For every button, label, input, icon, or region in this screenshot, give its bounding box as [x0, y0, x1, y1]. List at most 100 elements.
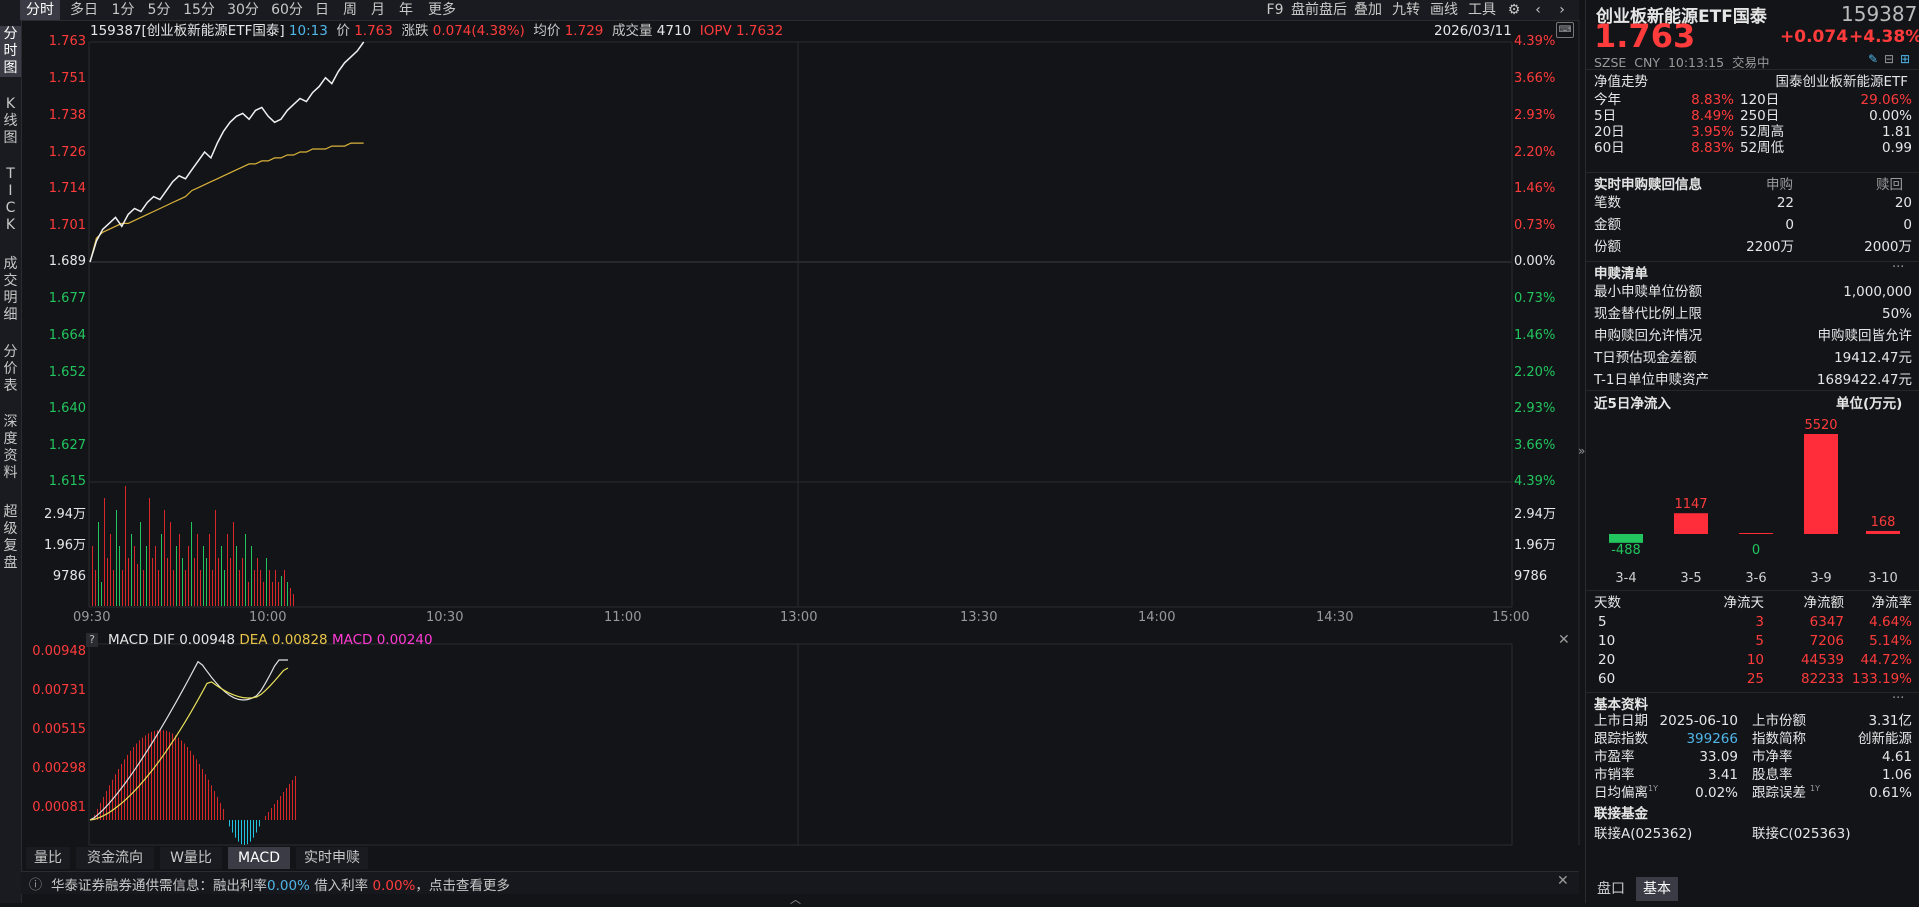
- price-axis-label: 1.738: [48, 108, 86, 123]
- macd-bar: [274, 804, 275, 820]
- macd-bar: [115, 774, 116, 820]
- price-axis-label: 1.627: [48, 438, 86, 453]
- sub-subscribe-value: 22: [1776, 195, 1794, 211]
- notice-tail: ，点击查看更多: [415, 878, 510, 894]
- macd-bar: [235, 820, 236, 838]
- list-row: 申购赎回允许情况 申购赎回皆允许: [1594, 326, 1912, 346]
- price-axis-label: 1.763: [48, 34, 86, 49]
- macd-bar: [196, 759, 197, 820]
- volume-bar: [164, 510, 165, 606]
- list-row: T日预估现金差额 19412.47元: [1594, 348, 1912, 368]
- nav-fund-name: 国泰创业板新能源ETF: [1775, 74, 1908, 90]
- volume-bar: [233, 522, 234, 606]
- close-notice-icon[interactable]: ✕: [1557, 873, 1569, 889]
- volume-axis-label: 2.94万: [1514, 507, 1556, 522]
- macd-dif-line: [89, 659, 288, 821]
- macd-bar: [202, 769, 203, 820]
- help-icon[interactable]: ?: [86, 633, 98, 647]
- tab-basic[interactable]: 基本: [1636, 877, 1678, 901]
- net-inflow-chart: -488 3-4 1147 3-5 0 3-6 5520 3-9 168 3-10: [1609, 418, 1900, 586]
- volume-bar: [242, 558, 243, 606]
- volume-bar: [290, 588, 291, 606]
- macd-bar: [289, 784, 290, 820]
- volume-bar: [224, 570, 225, 606]
- tab-orderbook[interactable]: 盘口: [1590, 877, 1632, 901]
- inflow-category-label: 3-10: [1868, 571, 1898, 586]
- macd-bar: [181, 740, 182, 820]
- pct-axis-label: 2.93%: [1514, 401, 1556, 416]
- more-icon[interactable]: ···: [1892, 260, 1904, 275]
- macd-bar: [214, 791, 215, 820]
- volume-bar: [104, 498, 105, 606]
- macd-bar: [127, 754, 128, 820]
- list-row-label: 现金替代比例上限: [1594, 306, 1702, 322]
- link-fund-a[interactable]: 联接A(025362): [1594, 822, 1692, 842]
- inflow-bar: [1739, 533, 1773, 534]
- flow-days: 5: [1598, 614, 1607, 630]
- tab-capital-flow[interactable]: 资金流向: [76, 847, 154, 869]
- price-axis-label: 1.726: [48, 145, 86, 160]
- volume-bar: [260, 570, 261, 606]
- macd-bar: [217, 796, 218, 820]
- macd-dea-line: [89, 667, 289, 821]
- volume-bar: [251, 546, 252, 606]
- macd-bar: [250, 820, 251, 842]
- volume-bar: [248, 582, 249, 606]
- flow-net-amount: 7206: [1809, 633, 1844, 649]
- volume-bar: [293, 594, 294, 606]
- list-row: 最小申赎单位份额 1,000,000: [1594, 282, 1912, 302]
- macd-bar: [184, 743, 185, 820]
- flow-net-amount: 82233: [1801, 671, 1844, 687]
- volume-bar: [269, 570, 270, 606]
- tab-volume-ratio[interactable]: 量比: [26, 847, 70, 869]
- volume-bar: [191, 522, 192, 606]
- macd-label: MACD: [331, 632, 373, 648]
- time-axis-label: 10:00: [249, 610, 287, 625]
- sub-row-label: 金额: [1594, 217, 1621, 233]
- minus-icon[interactable]: ⊟: [1884, 52, 1894, 66]
- flow-net-rate: 4.64%: [1869, 614, 1912, 630]
- tab-realtime-redemption[interactable]: 实时申赎: [296, 847, 368, 869]
- inflow-value-label: 5520: [1804, 418, 1837, 433]
- tab-macd[interactable]: MACD: [228, 847, 290, 869]
- tab-w-volume-ratio[interactable]: W量比: [160, 847, 222, 869]
- inflow-value-label: 168: [1871, 515, 1896, 530]
- volume-bar: [197, 534, 198, 606]
- macd-bar: [136, 743, 137, 820]
- chevron-up-icon[interactable]: ︿: [790, 891, 801, 907]
- basic-label: 市销率: [1594, 767, 1635, 783]
- pct-axis-label: 0.00%: [1514, 254, 1556, 269]
- flow-table-head: 天数 净流天 净流额 净流率: [1594, 593, 1912, 613]
- macd-bar: [286, 788, 287, 820]
- volume-bar: [257, 558, 258, 606]
- inflow-value-label: -488: [1611, 543, 1641, 558]
- macd-value: 0.00240: [376, 632, 433, 648]
- volume-bar: [167, 558, 168, 606]
- volume-bar: [116, 510, 117, 606]
- more-icon[interactable]: ···: [1892, 691, 1904, 706]
- basic-label: 跟踪指数: [1594, 731, 1648, 747]
- edit-icon[interactable]: ✎: [1868, 52, 1878, 66]
- time-axis-label: 11:00: [604, 610, 642, 625]
- close-macd-icon[interactable]: ✕: [1558, 632, 1570, 648]
- redeem-col: 赎回: [1876, 177, 1903, 193]
- basic-label: 跟踪误差: [1752, 785, 1806, 801]
- sub-subscribe-value: 0: [1785, 217, 1794, 233]
- volume-bar: [170, 522, 171, 606]
- volume-bar: [125, 486, 126, 606]
- volume-bar: [185, 570, 186, 606]
- volume-bar: [152, 558, 153, 606]
- macd-bar: [190, 750, 191, 820]
- price-change-pct: +4.38%: [1849, 27, 1919, 47]
- inflow-category-label: 3-4: [1615, 571, 1636, 586]
- volume-bar: [218, 558, 219, 606]
- macd-bar: [166, 730, 167, 820]
- flow-unit: 单位(万元): [1836, 396, 1903, 412]
- plus-icon[interactable]: ⊞: [1900, 52, 1910, 66]
- link-fund-c[interactable]: 联接C(025363): [1752, 822, 1851, 842]
- basic-value: 399266: [1686, 731, 1738, 747]
- macd-bar: [133, 746, 134, 820]
- volume-bar: [122, 570, 123, 606]
- basic-value: 33.09: [1699, 749, 1738, 765]
- flow-table-row: 10 5 7206 5.14%: [1594, 631, 1912, 651]
